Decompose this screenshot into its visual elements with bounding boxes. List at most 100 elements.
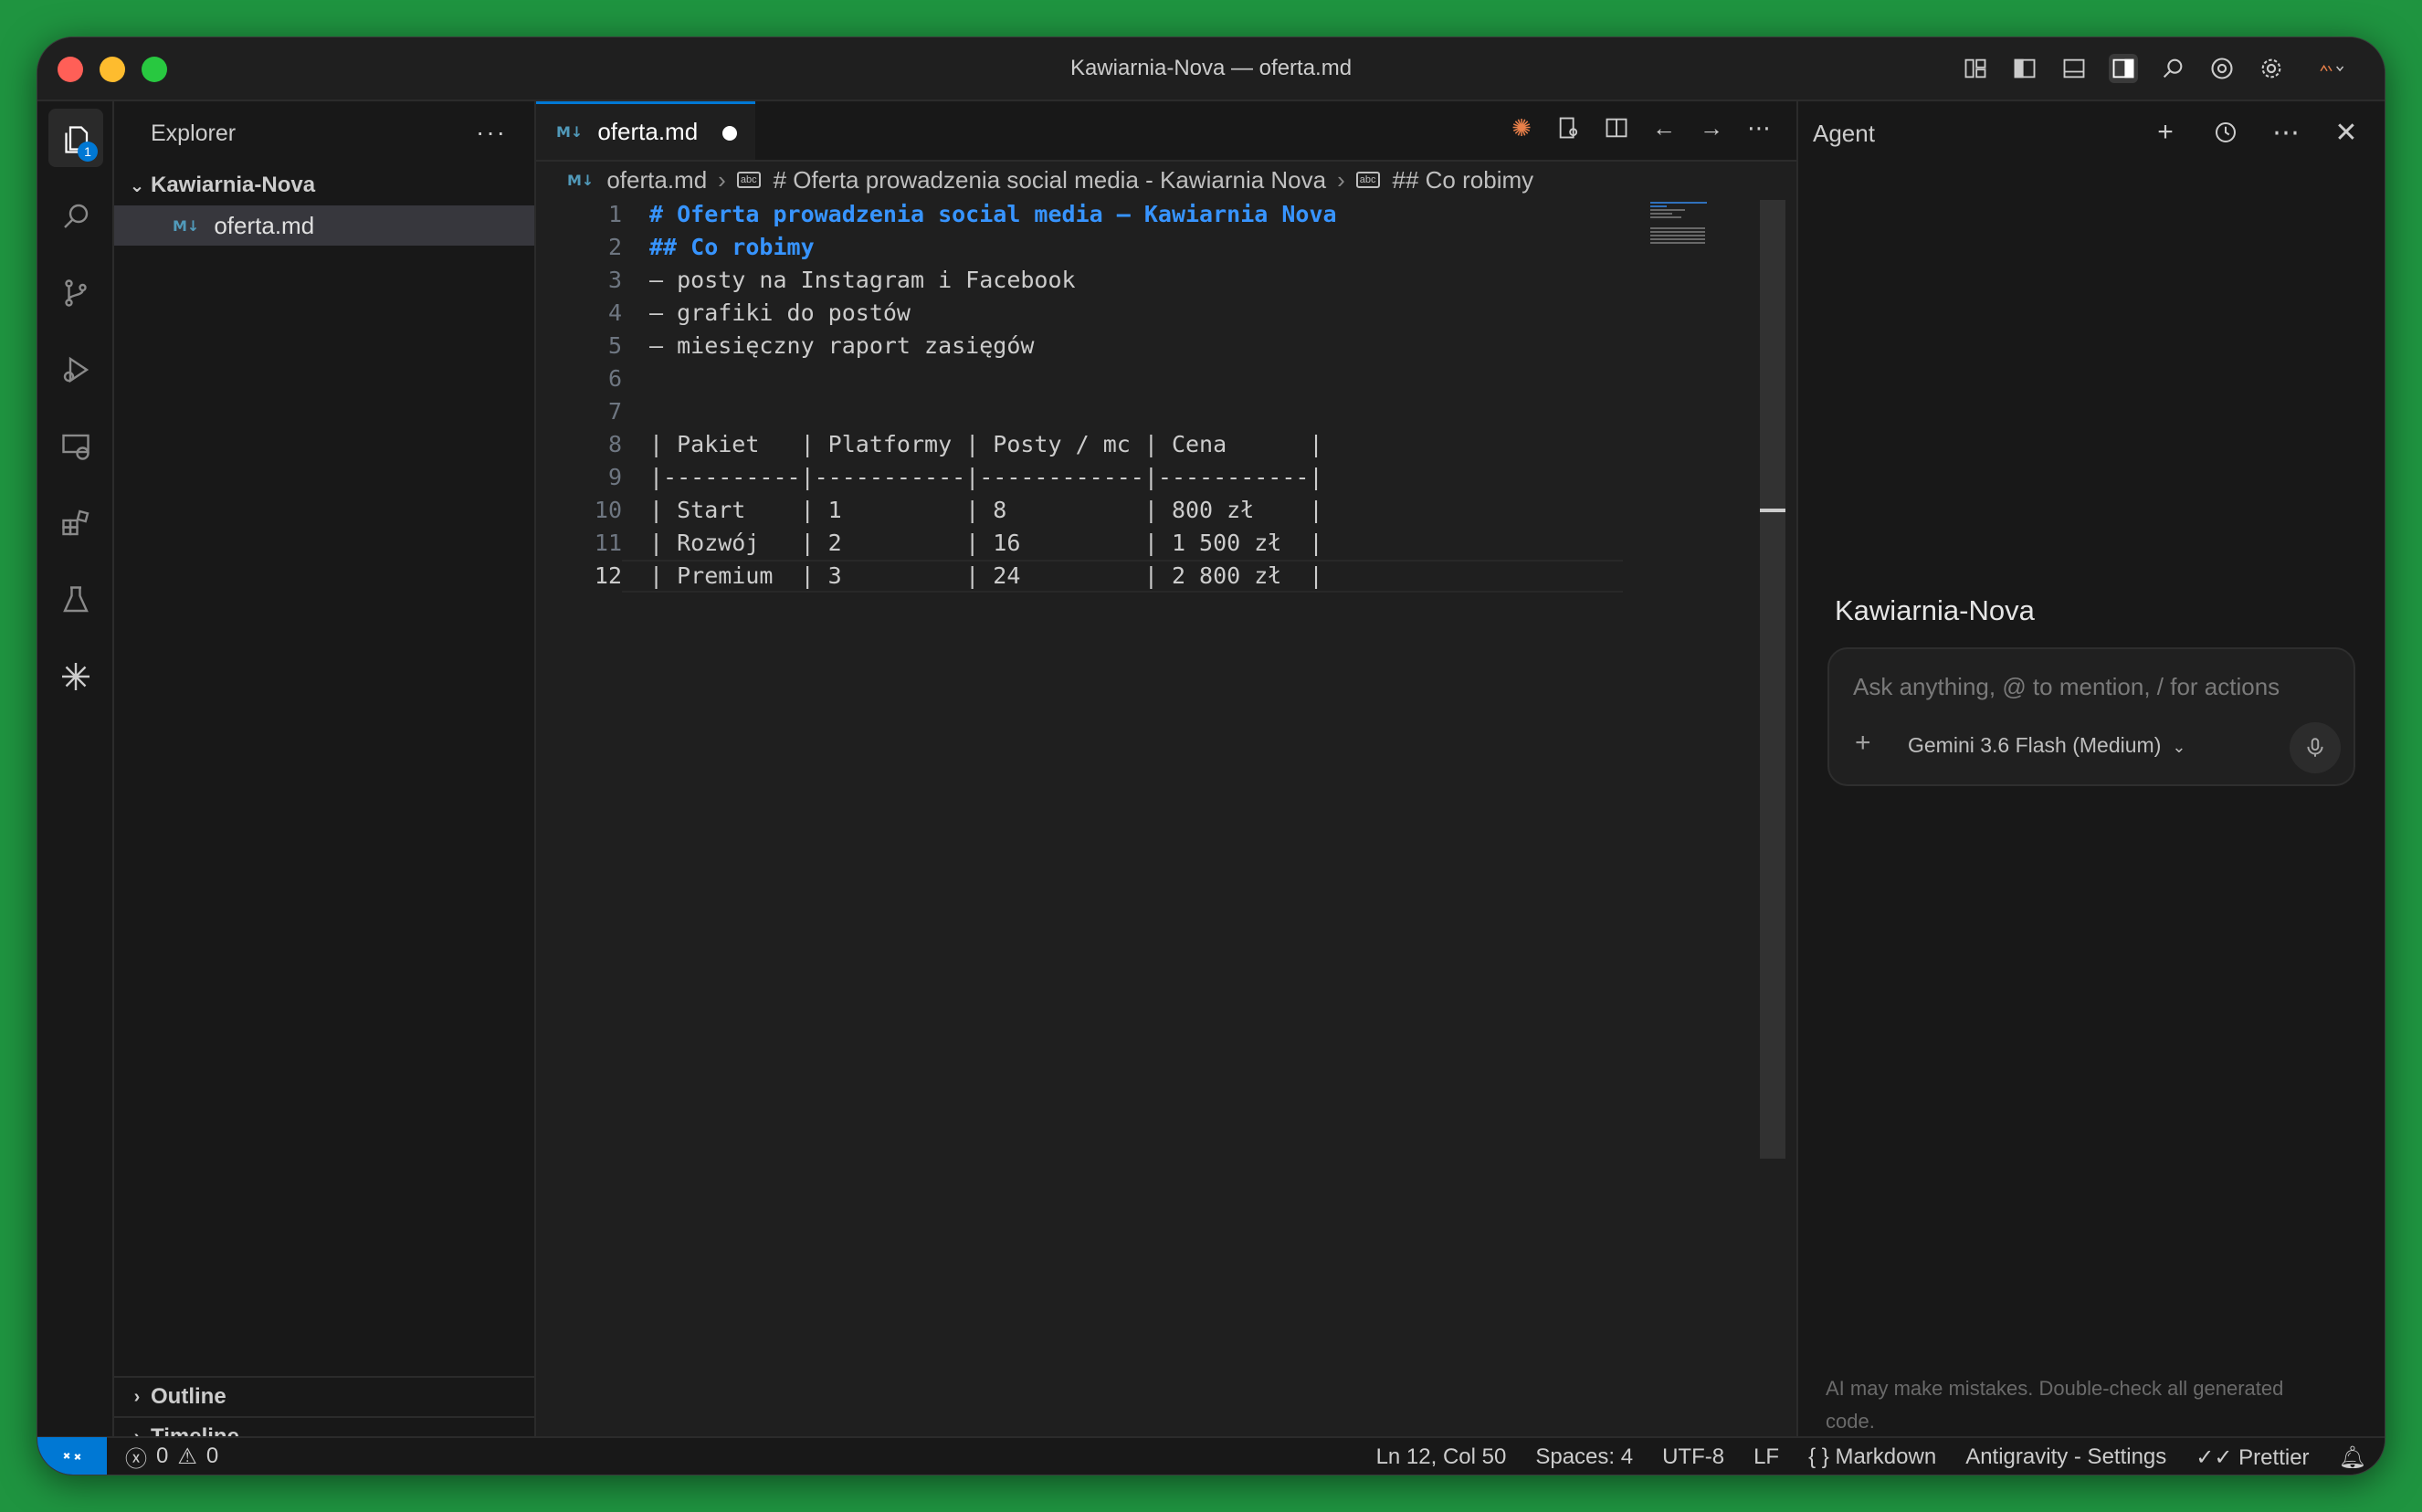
more-editor-actions-icon[interactable]: ⋯ [1745, 114, 1773, 142]
agent-prompt-box[interactable]: Ask anything, @ to mention, / for action… [1827, 647, 2355, 786]
line-number: 10 [594, 497, 622, 523]
go-forward-icon[interactable]: → [1698, 114, 1725, 142]
warning-count: 0 [205, 1444, 219, 1468]
line-number: 6 [607, 365, 622, 392]
markdown-icon: M↓ [173, 216, 200, 235]
chevron-right-icon: › [718, 165, 726, 194]
agent-activity[interactable] [37, 638, 114, 715]
maximize-window-button[interactable] [142, 57, 167, 82]
account-icon[interactable] [2306, 54, 2357, 83]
more-agent-actions-icon[interactable]: ⋯ [2271, 118, 2301, 148]
customize-layout-icon[interactable] [1961, 54, 1990, 83]
gear-icon[interactable] [2257, 54, 2286, 83]
bell-icon[interactable]: 🔔︎ [2339, 1444, 2366, 1471]
code-line: 5 – miesięczny raport zasięgów [536, 330, 1796, 362]
source-control-icon [65, 279, 87, 307]
microphone-icon [2307, 738, 2323, 757]
code-line: 2 ## Co robimy [536, 231, 1796, 264]
microphone-button[interactable] [2290, 722, 2341, 773]
open-preview-icon[interactable] [1555, 114, 1583, 142]
antigravity-settings[interactable]: Antigravity - Settings [1965, 1444, 2166, 1470]
encoding[interactable]: UTF-8 [1662, 1444, 1724, 1470]
run-debug-activity[interactable] [37, 331, 114, 408]
end-of-line[interactable]: LF [1753, 1444, 1779, 1470]
agent-sparkle-icon[interactable]: ✺ [1508, 114, 1535, 142]
unsaved-dot-icon[interactable] [722, 126, 737, 141]
toggle-secondary-sidebar-icon[interactable] [2109, 54, 2138, 83]
chevron-right-icon: › [1337, 165, 1345, 194]
minimap[interactable] [1650, 202, 1742, 257]
line-number: 9 [607, 464, 622, 490]
explorer-activity[interactable]: 1 [37, 101, 114, 178]
split-editor-icon[interactable] [1603, 114, 1630, 142]
toggle-primary-sidebar-icon[interactable] [2010, 54, 2039, 83]
file-name: oferta.md [214, 211, 315, 239]
close-icon[interactable]: ✕ [2332, 118, 2361, 148]
outline-section[interactable]: › Outline [114, 1376, 534, 1416]
code-line: 7 [536, 395, 1796, 428]
explorer-header: Explorer ··· [114, 101, 534, 165]
prettier-status[interactable]: ✓✓ Prettier [2196, 1444, 2309, 1471]
code-line: 11 | Rozwój | 2 | 16 | 1 500 zł | [536, 527, 1796, 560]
breadcrumb-file[interactable]: oferta.md [606, 166, 707, 194]
close-window-button[interactable] [58, 57, 83, 82]
editor-area: M↓ oferta.md ✺ ← → ⋯ M↓ oferta.md › abc … [536, 101, 1796, 1436]
code-line: 3 – posty na Instagram i Facebook [536, 264, 1796, 297]
code-line: 10 | Start | 1 | 8 | 800 zł | [536, 494, 1796, 527]
vertical-scrollbar[interactable] [1760, 200, 1785, 1159]
code-line: 6 [536, 362, 1796, 395]
go-back-icon[interactable]: ← [1650, 114, 1678, 142]
markdown-icon: M↓ [556, 123, 584, 141]
agent-prompt-input[interactable]: Ask anything, @ to mention, / for action… [1853, 673, 2280, 701]
indentation[interactable]: Spaces: 4 [1535, 1444, 1633, 1470]
code-editor[interactable]: 1 # Oferta prowadzenia social media – Kaw… [536, 198, 1796, 1436]
title-bar-actions [1961, 54, 2357, 83]
code-line: 4 – grafiki do postów [536, 297, 1796, 330]
problems-status[interactable]: ⓧ 0 ⚠ 0 [107, 1441, 218, 1473]
more-actions-icon[interactable]: ··· [476, 118, 507, 147]
source-control-activity[interactable] [37, 255, 114, 331]
chevron-down-icon: ⌄ [2172, 738, 2186, 756]
extensions-activity[interactable] [37, 485, 114, 562]
line-text: |----------|-----------|------------|---… [649, 464, 1323, 490]
agent-title: Agent [1813, 119, 1875, 147]
error-count: 0 [156, 1444, 169, 1468]
search-icon[interactable] [2158, 54, 2187, 83]
chrome-icon[interactable] [2207, 54, 2237, 83]
agent-disclaimer: AI may make mistakes. Double-check all g… [1826, 1377, 2284, 1433]
status-right: Ln 12, Col 50 Spaces: 4 UTF-8 LF { } Mar… [1376, 1438, 2366, 1475]
model-selector[interactable]: Gemini 3.6 Flash (Medium) ⌄ [1908, 733, 2185, 758]
file-row[interactable]: M↓ oferta.md [114, 205, 534, 246]
cursor-position[interactable]: Ln 12, Col 50 [1376, 1444, 1507, 1470]
heading-symbol-icon: abc [736, 172, 761, 188]
line-number: 11 [594, 530, 622, 556]
testing-activity[interactable] [37, 562, 114, 638]
status-bar: ⓧ 0 ⚠ 0 Ln 12, Col 50 Spaces: 4 UTF-8 LF… [37, 1436, 2385, 1475]
toggle-panel-icon[interactable] [2059, 54, 2089, 83]
new-chat-icon[interactable]: + [2151, 117, 2180, 147]
braces-icon: { } [1808, 1444, 1829, 1469]
app-window: Kawiarnia-Nova — oferta.md 1 Explorer ··… [37, 37, 2385, 1475]
remote-indicator[interactable] [37, 1437, 107, 1475]
remote-explorer-activity[interactable] [37, 408, 114, 485]
language-mode[interactable]: { } Markdown [1808, 1444, 1936, 1470]
agent-panel: Agent + ⋯ ✕ Kawiarnia-Nova Ask anything,… [1796, 101, 2385, 1436]
breadcrumb-h2[interactable]: ## Co robimy [1393, 166, 1534, 194]
breadcrumb-h1[interactable]: # Oferta prowadzenia social media - Kawi… [774, 166, 1327, 194]
remote-explorer-icon [62, 434, 90, 460]
history-icon[interactable] [2211, 118, 2240, 147]
line-text: | Pakiet | Platformy | Posty / mc | Cena… [649, 431, 1323, 457]
beaker-icon [63, 586, 89, 613]
line-number: 2 [607, 234, 622, 260]
search-activity[interactable] [37, 178, 114, 255]
minimize-window-button[interactable] [100, 57, 125, 82]
line-number: 3 [607, 267, 622, 293]
add-context-icon[interactable]: + [1855, 728, 1871, 759]
line-number: 4 [607, 299, 622, 326]
title-bar: Kawiarnia-Nova — oferta.md [37, 37, 2385, 101]
agent-header: Agent + ⋯ ✕ [1798, 101, 2385, 165]
tab-oferta[interactable]: M↓ oferta.md [536, 101, 755, 160]
folder-row[interactable]: ⌄ Kawiarnia-Nova [114, 165, 534, 205]
breadcrumb: M↓ oferta.md › abc # Oferta prowadzenia … [536, 162, 1796, 198]
code-line: 1 # Oferta prowadzenia social media – Kaw… [536, 198, 1796, 231]
